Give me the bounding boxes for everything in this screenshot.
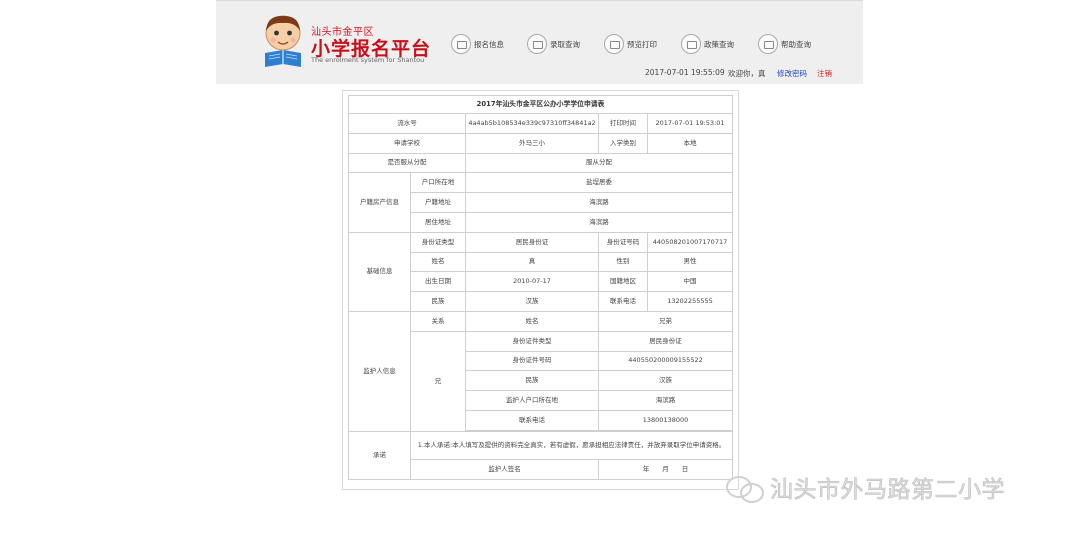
nation-label: 国籍地区 [598, 271, 648, 293]
form-icon [681, 34, 701, 54]
nav-label: 帮助查询 [781, 39, 811, 49]
wechat-icon [724, 472, 768, 503]
nav-label: 报名信息 [474, 39, 504, 49]
hukou-addr-value: 海滨路 [464, 192, 734, 213]
birth-label: 出生日期 [410, 271, 466, 293]
phone-value: 13202255555 [646, 291, 734, 312]
gender-label: 性别 [598, 251, 648, 273]
guardian-hukou-label: 监护人户口所在地 [465, 390, 599, 411]
form-icon [451, 34, 471, 54]
table-row: 2017年汕头市金平区公办小学学位申请表 [347, 95, 734, 114]
id-type-label: 身份证类型 [410, 231, 466, 253]
signature-label: 监护人签名 [410, 458, 599, 480]
wechat-watermark: 汕头市外马路第二小学 [724, 470, 1005, 504]
logout-link[interactable]: 注销 [817, 68, 832, 79]
relation-value: 兄 [410, 330, 466, 432]
household-section-label: 户籍房产信息 [348, 172, 411, 233]
serial-value: 4a4ab5b108534e339c97310ff34841a2 [465, 113, 599, 134]
name-label: 姓名 [410, 251, 466, 273]
table-row: 流水号 4a4ab5b108534e339c97310ff34841a2 打印时… [348, 113, 734, 134]
id-no-value: 440508201007170717 [646, 231, 734, 253]
serial-label: 流水号 [348, 113, 466, 134]
phone-label: 联系电话 [598, 291, 648, 312]
guardian-name-label: 姓名 [465, 310, 599, 332]
nav-item-print-preview[interactable]: 预览打印 [604, 33, 657, 55]
guardian-name-value: 兄弟 [597, 310, 734, 332]
residence-value: 海滨路 [464, 211, 734, 233]
guardian-ethnic-label: 民族 [465, 370, 599, 392]
guardian-id-type-value: 居民身份证 [597, 330, 734, 352]
form-title: 2017年汕头市金平区公办小学学位申请表 [347, 95, 734, 114]
welcome-text: 欢迎你，真 [728, 69, 766, 78]
nav-item-admission-query[interactable]: 录取查询 [527, 33, 580, 55]
birth-value: 2010-07-17 [465, 271, 599, 293]
id-type-value: 居民身份证 [465, 231, 599, 253]
guardian-hukou-value: 海滨路 [597, 390, 734, 411]
form-icon [604, 34, 624, 54]
school-value: 外马三小 [465, 132, 599, 154]
form-icon [527, 34, 547, 54]
nav-item-help-query[interactable]: 帮助查询 [758, 33, 811, 55]
pledge-text: 1.本人承诺:本人填写及提供的资料完全真实，若有虚假，愿承担相应法律责任，并放弃… [409, 430, 734, 460]
ethnic-value: 汉族 [465, 291, 599, 312]
nav-label: 政策查询 [704, 39, 734, 49]
category-value: 本地 [646, 132, 734, 154]
relation-label: 关系 [410, 310, 466, 332]
nav-label: 预览打印 [627, 39, 657, 49]
category-label: 入学类别 [598, 132, 648, 154]
application-form-table: 2017年汕头市金平区公办小学学位申请表 流水号 4a4ab5b108534e3… [347, 95, 734, 480]
hukou-addr-label: 户籍地址 [410, 192, 466, 213]
guardian-ethnic-value: 汉族 [597, 370, 734, 392]
change-password-link[interactable]: 修改密码 [777, 68, 807, 79]
table-row: 申请学校 外马三小 入学类别 本地 [348, 132, 734, 154]
basic-section-label: 基础信息 [348, 231, 411, 312]
current-datetime: 2017-07-01 19:55:09 [645, 68, 725, 77]
signature-date: 年 月 日 [597, 458, 734, 480]
guardian-id-no-value: 440550200009155522 [597, 350, 734, 372]
nav-label: 录取查询 [550, 39, 580, 49]
table-row: 承诺 1.本人承诺:本人填写及提供的资料完全真实，若有虚假，愿承担相应法律责任，… [348, 430, 734, 480]
print-time-label: 打印时间 [598, 113, 648, 134]
residence-label: 居住地址 [410, 211, 466, 233]
guardian-section-label: 监护人信息 [348, 310, 411, 432]
form-icon [758, 34, 778, 54]
nav-item-policy-query[interactable]: 政策查询 [681, 33, 734, 55]
guardian-id-no-label: 身份证件号码 [465, 350, 599, 372]
table-row: 基础信息 身份证类型 居民身份证 身份证号码 44050820100717071… [348, 231, 734, 312]
pledge-section-label: 承诺 [348, 430, 411, 480]
nation-value: 中国 [646, 271, 734, 293]
table-row: 监护人信息 关系 姓名 兄弟 [348, 310, 734, 432]
ethnic-label: 民族 [410, 291, 466, 312]
gender-value: 男性 [646, 251, 734, 273]
print-time-value: 2017-07-01 19:53:01 [646, 113, 734, 134]
obey-value: 服从分配 [464, 152, 734, 174]
hukou-place-value: 盐埕居委 [464, 172, 734, 194]
mascot-logo-icon [265, 15, 301, 67]
guardian-phone-value: 13800138000 [597, 409, 734, 431]
hukou-place-label: 户口所在地 [410, 172, 466, 194]
school-label: 申请学校 [348, 132, 466, 154]
guardian-phone-label: 联系电话 [465, 409, 599, 431]
obey-label: 是否服从分配 [348, 152, 466, 174]
name-value: 真 [465, 251, 599, 273]
table-row: 户籍房产信息 户口所在地 盐埕居委 [348, 172, 734, 233]
site-subtitle-en: The enrolment system for Shantou [311, 56, 425, 64]
nav-item-registration-info[interactable]: 报名信息 [451, 33, 504, 55]
guardian-id-type-label: 身份证件类型 [465, 330, 599, 352]
id-no-label: 身份证号码 [598, 231, 648, 253]
watermark-text: 汕头市外马路第二小学 [770, 477, 1005, 504]
table-row: 是否服从分配 服从分配 [348, 152, 734, 174]
